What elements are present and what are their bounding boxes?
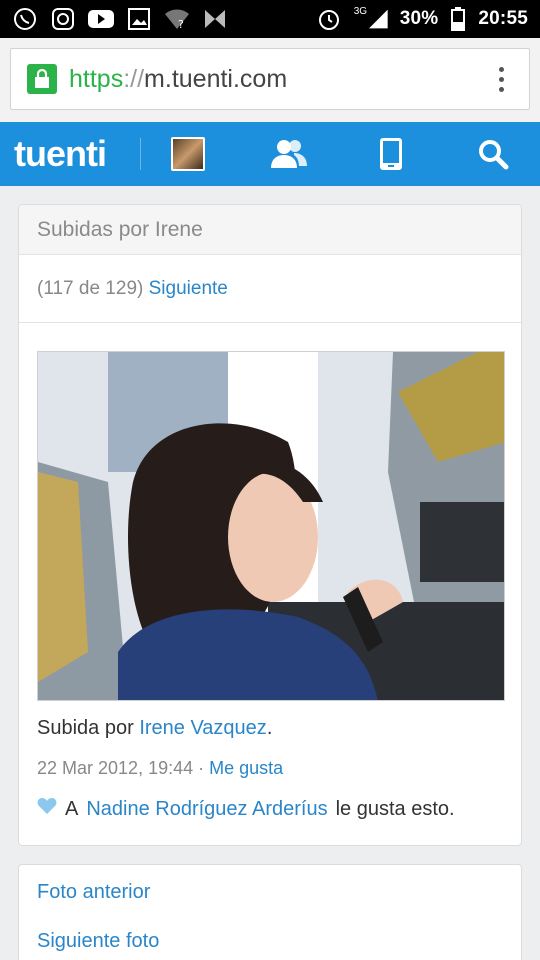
app-header: tuenti: [0, 122, 540, 186]
next-photo-link[interactable]: Siguiente foto: [37, 930, 503, 953]
wifi-question-icon: ?: [164, 6, 190, 32]
lock-icon[interactable]: [27, 64, 57, 94]
header-divider: [140, 138, 141, 170]
status-bar: ? 3G 30% 20:55: [0, 0, 540, 38]
url-separator: ://: [123, 64, 145, 93]
whatsapp-icon: [12, 6, 38, 32]
instagram-icon: [50, 6, 76, 32]
photo-date-row: 22 Mar 2012, 19:44 · Me gusta: [37, 758, 503, 779]
alarm-icon: [316, 6, 342, 32]
photo-illustration: [38, 352, 504, 700]
youtube-icon: [88, 6, 114, 32]
main-content: Subidas por Irene (117 de 129) Siguiente: [0, 186, 540, 960]
date-separator: ·: [193, 758, 210, 778]
overflow-menu-icon[interactable]: [489, 66, 513, 92]
url-host: m.tuenti.com: [144, 64, 288, 93]
photo-meta: Subida por Irene Vazquez. 22 Mar 2012, 1…: [19, 701, 521, 845]
photo-date: 22 Mar 2012, 19:44: [37, 758, 194, 778]
uploaded-by: Subida por Irene Vazquez.: [37, 717, 503, 740]
battery-icon: [450, 6, 466, 32]
gallery-icon: [126, 6, 152, 32]
uploader-link[interactable]: Irene Vazquez: [139, 717, 267, 739]
butterfly-icon: [202, 6, 228, 32]
next-link[interactable]: Siguiente: [149, 278, 228, 300]
photo-position: (117 de 129): [37, 277, 144, 299]
card-title: Subidas por Irene: [19, 205, 521, 255]
photo-card: Subidas por Irene (117 de 129) Siguiente: [18, 204, 522, 846]
browser-toolbar: https://m.tuenti.com: [0, 38, 540, 122]
heart-icon: [37, 797, 57, 821]
battery-percent: 30%: [399, 8, 439, 29]
search-icon[interactable]: [473, 134, 513, 174]
photo-nav-card: Foto anterior Siguiente foto: [18, 864, 522, 960]
likes-prefix: A: [65, 797, 79, 820]
mobile-icon[interactable]: [371, 134, 411, 174]
clock: 20:55: [478, 8, 528, 29]
address-bar[interactable]: https://m.tuenti.com: [10, 48, 530, 110]
previous-photo-link[interactable]: Foto anterior: [37, 881, 503, 904]
likes-row: A Nadine Rodríguez Arderíus le gusta est…: [37, 797, 503, 821]
friends-icon[interactable]: [269, 134, 309, 174]
uploaded-by-suffix: .: [266, 717, 273, 739]
network-type: 3G: [353, 6, 368, 17]
photo-navigation: (117 de 129) Siguiente: [19, 255, 521, 323]
uploaded-photo[interactable]: [37, 351, 505, 701]
liker-link[interactable]: Nadine Rodríguez Arderíus: [86, 798, 327, 821]
likes-suffix: le gusta esto.: [335, 797, 455, 820]
svg-text:?: ?: [178, 18, 184, 30]
signal-icon: 3G: [354, 6, 388, 32]
like-button[interactable]: Me gusta: [209, 758, 283, 778]
url-text[interactable]: https://m.tuenti.com: [69, 65, 489, 94]
uploaded-by-prefix: Subida por: [37, 717, 134, 739]
url-scheme: https: [69, 64, 124, 93]
photo-wrapper: [19, 323, 521, 701]
tuenti-logo[interactable]: tuenti: [14, 133, 124, 175]
avatar[interactable]: [171, 137, 205, 171]
